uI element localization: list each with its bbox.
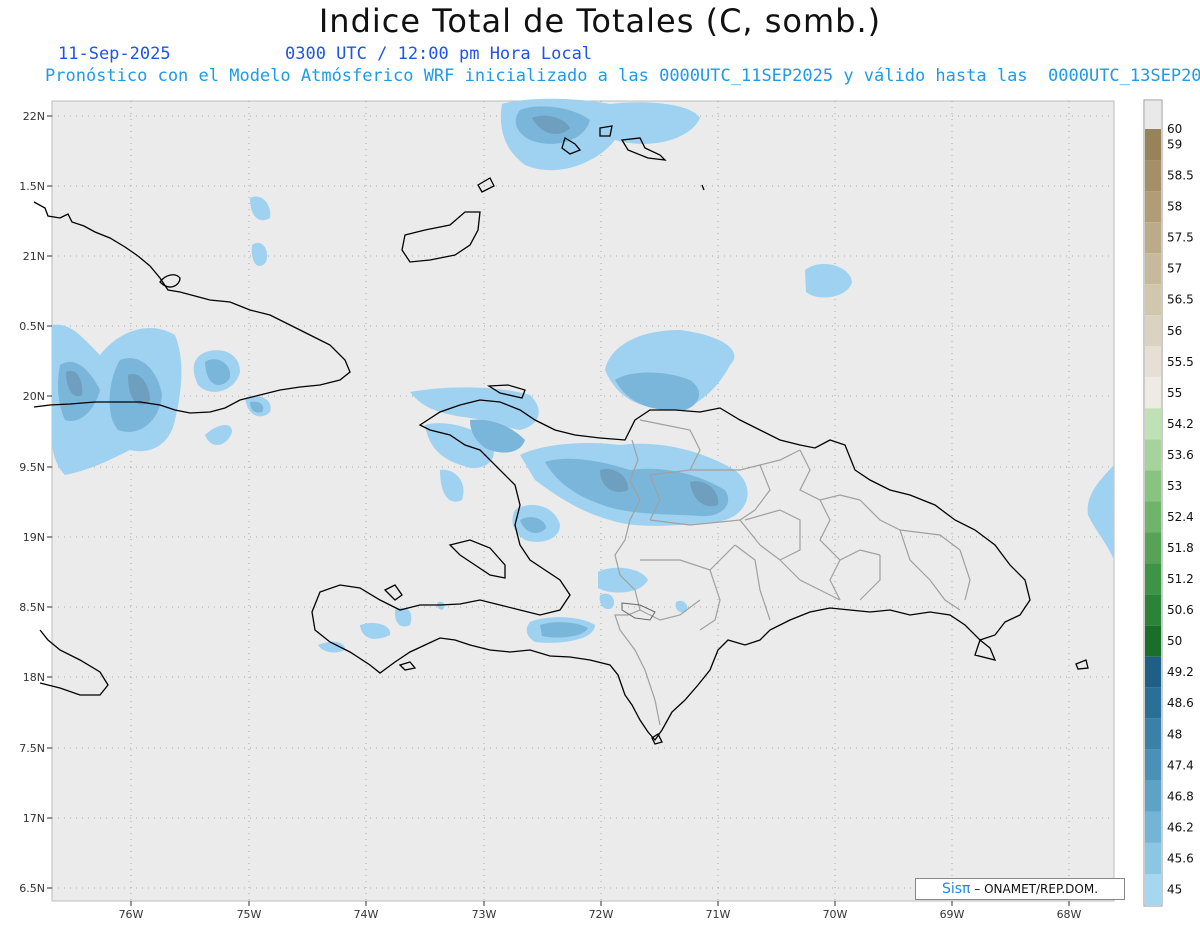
weather-map: 76W 75W 74W 73W 72W 71W 70W 69W 68W 22N … — [19, 98, 1194, 921]
colorbar-label: 53.6 — [1167, 448, 1194, 462]
colorbar-swatch — [1145, 253, 1161, 285]
lon-label: 70W — [823, 908, 848, 921]
colorbar-label: 58.5 — [1167, 169, 1194, 183]
lat-label: 22N — [23, 110, 45, 123]
colorbar — [1145, 101, 1161, 905]
lon-label: 72W — [589, 908, 614, 921]
colorbar-swatch — [1145, 501, 1161, 533]
colorbar-label: 55 — [1167, 386, 1182, 400]
lat-label: 20N — [23, 390, 45, 403]
lon-label: 71W — [706, 908, 731, 921]
colorbar-swatch — [1145, 284, 1161, 316]
colorbar-label: 58 — [1167, 200, 1182, 214]
colorbar-label: 56 — [1167, 324, 1182, 338]
lon-label: 76W — [119, 908, 144, 921]
colorbar-label: 57.5 — [1167, 231, 1194, 245]
colorbar-label: 57 — [1167, 262, 1182, 276]
colorbar-swatch — [1145, 470, 1161, 502]
colorbar-label: 50 — [1167, 634, 1182, 648]
colorbar-swatch — [1145, 532, 1161, 564]
colorbar-label: 45.6 — [1167, 851, 1194, 865]
lon-label: 74W — [354, 908, 379, 921]
colorbar-swatch — [1145, 873, 1161, 905]
credit-box: Sisπ – ONAMET/REP.DOM. — [915, 878, 1125, 900]
colorbar-label: 55.5 — [1167, 355, 1194, 369]
colorbar-swatch — [1145, 346, 1161, 378]
colorbar-swatch — [1145, 811, 1161, 843]
colorbar-swatch — [1145, 315, 1161, 347]
colorbar-swatch — [1145, 749, 1161, 781]
colorbar-label: 60 — [1167, 122, 1182, 136]
longitude-labels: 76W 75W 74W 73W 72W 71W 70W 69W 68W — [119, 908, 1082, 921]
colorbar-swatch — [1145, 780, 1161, 812]
lon-label: 68W — [1057, 908, 1082, 921]
colorbar-label: 45 — [1167, 882, 1182, 896]
colorbar-swatch — [1145, 191, 1161, 223]
colorbar-swatch — [1145, 687, 1161, 719]
colorbar-swatch — [1145, 594, 1161, 626]
brand-logo: Sisπ — [941, 881, 971, 897]
colorbar-label: 53 — [1167, 479, 1182, 493]
colorbar-label: 46.2 — [1167, 820, 1194, 834]
latitude-labels: 22N 1.5N 21N 0.5N 20N 9.5N 19N 8.5N 18N … — [19, 110, 45, 895]
lat-label: 17N — [23, 812, 45, 825]
colorbar-label: 51.8 — [1167, 541, 1194, 555]
colorbar-swatch — [1145, 377, 1161, 409]
lat-label: 6.5N — [19, 882, 45, 895]
colorbar-swatch — [1145, 842, 1161, 874]
colorbar-label: 54.2 — [1167, 417, 1194, 431]
lon-label: 73W — [472, 908, 497, 921]
lat-label: 8.5N — [19, 601, 45, 614]
colorbar-swatch — [1145, 439, 1161, 471]
colorbar-label: 48.6 — [1167, 696, 1194, 710]
lat-label: 7.5N — [19, 742, 45, 755]
colorbar-swatch — [1145, 718, 1161, 750]
lat-label: 19N — [23, 531, 45, 544]
lon-label: 75W — [237, 908, 262, 921]
lon-label: 69W — [940, 908, 965, 921]
colorbar-swatch — [1145, 101, 1161, 129]
colorbar-label: 47.4 — [1167, 758, 1194, 772]
colorbar-label: 50.6 — [1167, 603, 1194, 617]
colorbar-swatch — [1145, 408, 1161, 440]
credit-text: – ONAMET/REP.DOM. — [970, 882, 1099, 896]
colorbar-swatch — [1145, 222, 1161, 254]
colorbar-swatch — [1145, 129, 1161, 161]
colorbar-swatch — [1145, 656, 1161, 688]
lat-label: 1.5N — [19, 180, 45, 193]
colorbar-label: 49.2 — [1167, 665, 1194, 679]
colorbar-label: 51.2 — [1167, 572, 1194, 586]
colorbar-swatch — [1145, 563, 1161, 595]
lat-label: 9.5N — [19, 461, 45, 474]
colorbar-label: 52.4 — [1167, 510, 1194, 524]
colorbar-label: 59 — [1167, 138, 1182, 152]
colorbar-label: 48 — [1167, 727, 1182, 741]
lat-label: 0.5N — [19, 320, 45, 333]
colorbar-swatch — [1145, 160, 1161, 192]
colorbar-label: 56.5 — [1167, 293, 1194, 307]
colorbar-labels: 60 59 58.5 58 57.5 57 56.5 56 55.5 55 54.2 53.6 53 52… — [1167, 122, 1194, 896]
lat-label: 21N — [23, 250, 45, 263]
colorbar-label: 46.8 — [1167, 789, 1194, 803]
colorbar-swatch — [1145, 625, 1161, 657]
lat-label: 18N — [23, 671, 45, 684]
